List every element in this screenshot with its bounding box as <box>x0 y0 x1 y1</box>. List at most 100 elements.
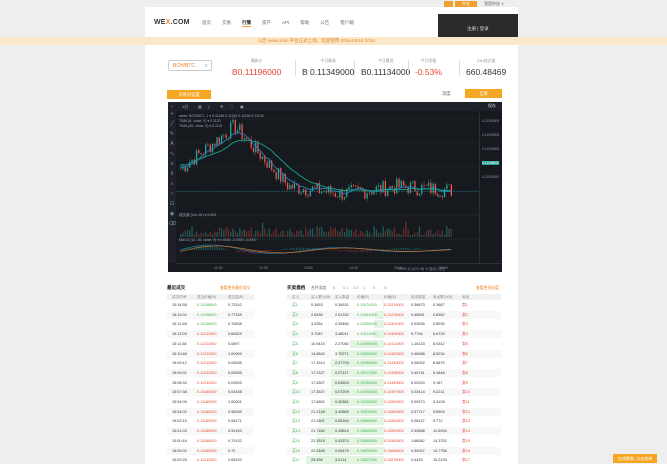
orderbook-row[interactable]: 买13 21.2601 0.05264 0.10884000 0.11553000 0.0… <box>287 417 501 426</box>
kline-chart[interactable]: + 1分 ▦ ƒ ⚙ ⛶ ▣ 保存 + ╱ ✎ A ∿ ≡ ⇕ ⌕ ∩ ⊡ ◉ … <box>168 102 502 272</box>
orderbook-row[interactable]: 买16 22.2466 0.09479 0.10833000 0.11666000 0.3… <box>287 446 501 455</box>
orderbook-row[interactable]: 买3 3.2284 0.39484 0.11055000 0.11301000 0.036… <box>287 320 501 329</box>
fullscreen-icon[interactable]: ⛶ <box>230 104 233 109</box>
ask-price: 0.11435000 <box>384 370 404 375</box>
online-chat-button[interactable]: 在线客服, 点击咨询 <box>613 454 657 463</box>
bid-price: 0.10889000 <box>357 438 378 443</box>
fib-icon[interactable]: ≡ <box>168 161 176 171</box>
lock-icon[interactable]: ⊡ <box>168 201 176 211</box>
text-tool-icon[interactable]: A <box>168 141 176 151</box>
volume-bar <box>209 232 211 237</box>
orderbook-row[interactable]: 买6 14.6842 3.70271 0.10992000 0.11423000 0.48… <box>287 349 501 358</box>
ask-total: 8.6875 <box>433 361 445 366</box>
volume-bar <box>198 234 200 237</box>
macd-bar <box>387 248 389 250</box>
candle-body <box>232 120 234 123</box>
pair-selector[interactable]: BCH/BTC ∨ <box>168 60 212 71</box>
nav-item[interactable]: 交易 <box>222 20 231 27</box>
indicator-icon[interactable]: ƒ <box>208 104 210 109</box>
ask-price: 0.11497000 <box>384 390 404 395</box>
measure-icon[interactable]: ⇕ <box>168 171 176 181</box>
nav-item[interactable]: 首页 <box>202 20 211 27</box>
volume-bar <box>316 226 318 237</box>
nav-item[interactable]: 帮助 <box>300 20 309 27</box>
nav-item[interactable]: 公告 <box>320 20 329 27</box>
orderbook-row[interactable]: 买12 21.2148 3.40869 0.10904000 0.11550000 0.3… <box>287 407 501 416</box>
nav-item[interactable]: 客户端 <box>340 20 354 27</box>
bid-label: 买17 <box>292 458 301 463</box>
orderbook-row[interactable]: 买7 17.1614 2.47704 0.10988000 0.11430000 0.06… <box>287 359 501 368</box>
volume-bar <box>193 234 195 237</box>
pattern-icon[interactable]: ∿ <box>168 151 176 161</box>
fullscreen-button[interactable]: 全屏 <box>465 89 502 98</box>
nav-item[interactable]: API <box>282 20 289 27</box>
orderbook-row[interactable]: 买1 0.3453 0.34531 0.11074000 0.11216000 0.368… <box>287 301 501 309</box>
orderbook-row[interactable]: 买15 22.1519 0.43374 0.10889000 0.11563000 1.6… <box>287 436 501 445</box>
depth-option[interactable]: 0.1 <box>343 286 348 290</box>
settings-icon[interactable]: ⚙ <box>220 104 224 109</box>
orderbook-row[interactable]: 买11 17.6862 0.40351 0.10933000 0.11500000 0.0… <box>287 398 501 406</box>
candle-body <box>239 124 241 131</box>
orderbook-row[interactable]: 买5 10.9415 2.27082 0.10995000 0.11413000 1.16… <box>287 339 501 348</box>
depth-option[interactable]: 5 <box>373 286 375 290</box>
macd-bar <box>364 250 366 252</box>
ask-price: 0.11301000 <box>384 322 404 327</box>
price-tick: 0.11350000 <box>482 119 500 123</box>
nav-item[interactable]: 资产 <box>262 20 271 27</box>
trendline-icon[interactable]: ╱ <box>168 121 176 131</box>
candle-body <box>348 187 350 189</box>
stat-value: 660.48469 <box>466 67 507 77</box>
orderbook-more-link[interactable]: 查看更多挂盘 <box>476 286 499 291</box>
trade-price: 0.11211000 <box>197 458 217 463</box>
time-tick: 11:00 <box>214 266 223 270</box>
chart-save-button[interactable]: 保存 <box>488 103 496 109</box>
toolbar-add-icon[interactable]: + <box>171 104 173 109</box>
orderbook-row[interactable]: 买9 17.2807 0.04803 0.10951000 0.11443000 0.00… <box>287 378 501 387</box>
trash-icon[interactable]: ⌫ <box>168 221 176 231</box>
interval-select[interactable]: 1分 <box>182 104 188 110</box>
nav-item[interactable]: 行情 <box>242 20 251 27</box>
volume-bar <box>309 228 311 237</box>
depth-option[interactable]: 8 <box>333 286 335 290</box>
magnet-icon[interactable]: ∩ <box>168 191 176 201</box>
volume-bar <box>214 231 216 237</box>
merge-depth-label: 合并深度 <box>311 286 327 290</box>
depth-option[interactable]: 0.5 <box>353 286 358 290</box>
orderbook-row[interactable]: 买8 17.2327 0.07117 0.10972000 0.11435000 0.49… <box>287 368 501 377</box>
register-login-link[interactable]: 注册 | 登录 <box>467 26 489 32</box>
orderbook-row[interactable]: 买4 3.7087 3.48011 0.11011000 0.11405000 5.779… <box>287 330 501 339</box>
orderbook-col-header: 买入数量 <box>335 295 350 299</box>
volume-bar <box>323 231 325 237</box>
zoom-icon[interactable]: ⌕ <box>168 181 176 191</box>
bid-label: 买13 <box>292 419 301 424</box>
depth-link[interactable]: 深度 <box>442 91 451 97</box>
brush-icon[interactable]: ✎ <box>168 131 176 141</box>
volume-bar <box>250 227 252 237</box>
notice-text[interactable]: 公告 weex.com 平台正式上线，欢迎使用 2018-03-16 2018 <box>258 38 375 44</box>
eye-icon[interactable]: ◉ <box>168 211 176 221</box>
ask-amount: 0.00224 <box>411 380 425 385</box>
depth-option[interactable]: 10 <box>383 286 387 290</box>
pair-settings-button[interactable]: 交易对设置 <box>167 90 211 99</box>
market-stat: 今日涨幅 -0.53% <box>415 59 442 77</box>
bid-total: 21.7182 <box>311 429 325 434</box>
orderbook-row[interactable]: 买2 2.8336 2.51332 0.11061000 0.11215000 0.466… <box>287 310 501 319</box>
orderbook-row[interactable]: 买10 17.3527 0.07209 0.10935000 0.11497000 0.0… <box>287 388 501 397</box>
ask-amount: 0.46651 <box>411 312 425 317</box>
ask-label: 卖15 <box>462 438 471 443</box>
orderbook-row[interactable]: 买14 21.7182 0.45819 0.10840000 0.11552000 2.9… <box>287 427 501 436</box>
ask-total: 9.187 <box>433 380 443 385</box>
chart-type-icon[interactable]: ▦ <box>198 104 202 109</box>
recent-trades-more-link[interactable]: 查看更多最近成交 <box>220 286 250 291</box>
volume-bar <box>357 234 359 237</box>
trade-row: 15:07:38 0.11180000 0.04348 <box>167 388 254 397</box>
crosshair-icon[interactable]: + <box>168 111 176 121</box>
site-logo[interactable]: WEX.COM <box>154 19 190 26</box>
depth-option[interactable]: 1 <box>363 286 365 290</box>
orderbook-row[interactable]: 买17 25.458 3.2114 0.10827000 0.11675000 0.443… <box>287 456 501 464</box>
trade-row: 15:08:34 0.11211000 0.02605 <box>167 379 254 387</box>
trade-time: 15:04:05 <box>172 400 187 404</box>
camera-icon[interactable]: ▣ <box>240 104 244 109</box>
candle-body <box>402 180 405 186</box>
chart-footer[interactable]: 15:19:11 (UTC+8) % 自动 | 日志 <box>398 266 445 271</box>
